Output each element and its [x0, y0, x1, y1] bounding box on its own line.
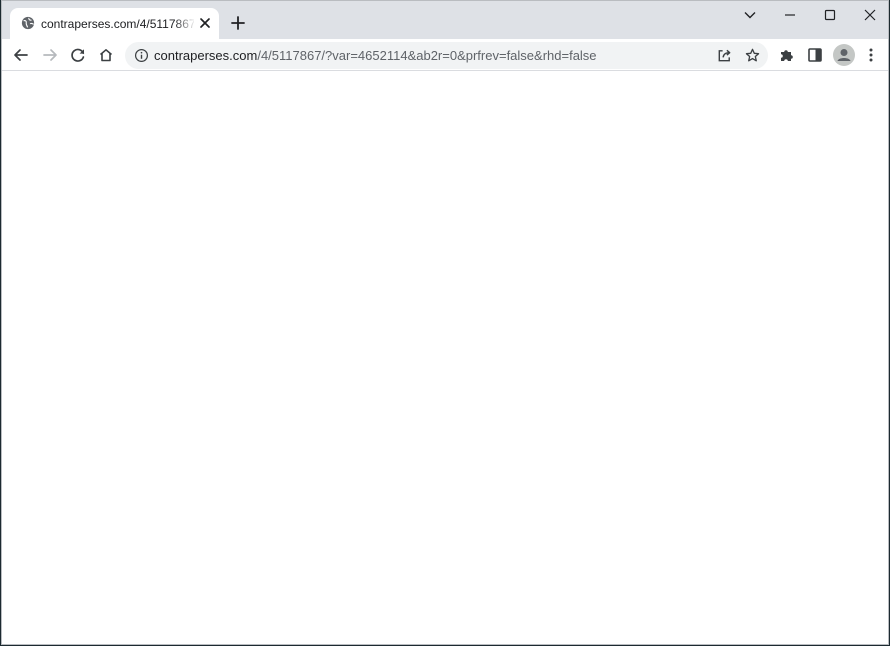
close-window-icon[interactable]: [862, 7, 878, 23]
tab-title: contraperses.com/4/5117867/?var=4652114&…: [41, 17, 194, 31]
url-path: /4/5117867/?var=4652114&ab2r=0&prfrev=fa…: [257, 48, 597, 63]
close-tab-icon[interactable]: [198, 16, 212, 30]
home-icon[interactable]: [97, 46, 115, 64]
new-tab-button[interactable]: [228, 13, 248, 33]
page-content[interactable]: [2, 71, 888, 644]
url-host: contraperses.com: [154, 48, 258, 63]
kebab-menu-icon[interactable]: [862, 46, 880, 64]
puzzle-icon[interactable]: [778, 46, 796, 64]
forward-button-icon[interactable]: [41, 46, 59, 64]
maximize-icon[interactable]: [822, 7, 838, 23]
tab-title-fade: [174, 14, 196, 34]
reload-icon[interactable]: [69, 46, 87, 64]
browser-window: contraperses.com/4/5117867/?var=4652114&…: [1, 0, 889, 645]
share-icon[interactable]: [716, 47, 733, 64]
avatar-icon[interactable]: [833, 44, 855, 66]
address-bar[interactable]: contraperses.com/4/5117867/?var=4652114&…: [125, 42, 768, 69]
minimize-icon[interactable]: [782, 7, 798, 23]
tab-search-chevron-icon[interactable]: [742, 7, 758, 23]
browser-toolbar: contraperses.com/4/5117867/?var=4652114&…: [2, 39, 888, 71]
star-icon[interactable]: [744, 47, 761, 64]
profile-icon: [837, 49, 851, 61]
url-text[interactable]: contraperses.com/4/5117867/?var=4652114&…: [154, 48, 597, 64]
side-panel-icon[interactable]: [806, 46, 824, 64]
tab-active[interactable]: contraperses.com/4/5117867/?var=4652114&…: [10, 8, 219, 39]
back-button-icon[interactable]: [12, 46, 30, 64]
info-icon[interactable]: [134, 48, 149, 63]
globe-icon: [21, 16, 35, 30]
title-bar: contraperses.com/4/5117867/?var=4652114&…: [2, 1, 888, 39]
